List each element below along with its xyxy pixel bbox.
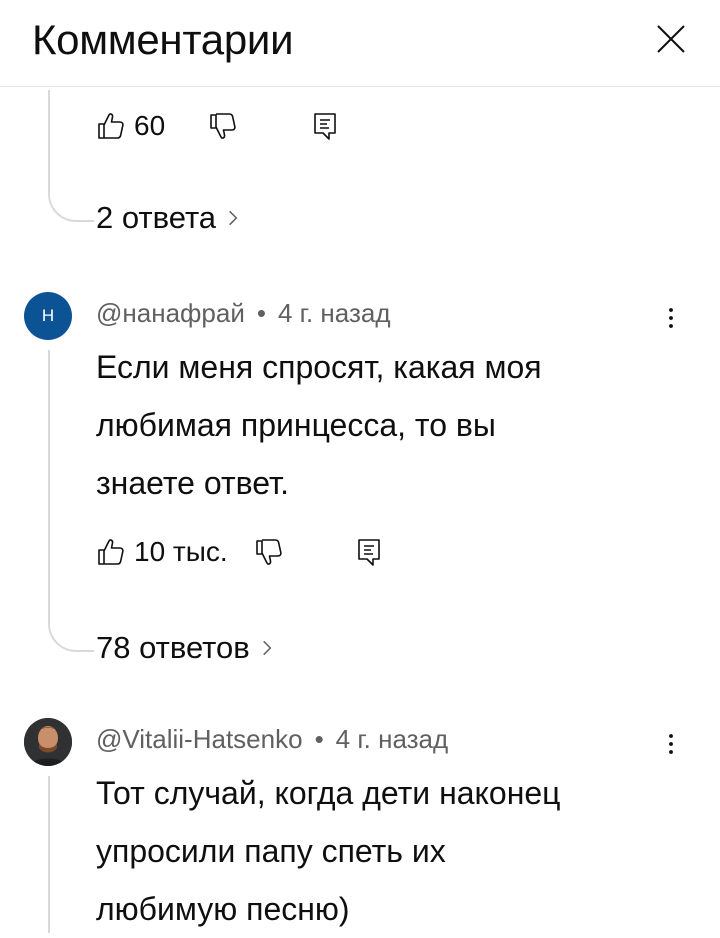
thumb-up-icon [96, 537, 126, 567]
reply-button[interactable] [354, 532, 384, 572]
replies-link[interactable]: 2 ответа [96, 200, 238, 236]
replies-count-label: 78 ответов [96, 630, 250, 665]
comment-text-line: упросили папу спеть их [96, 833, 446, 869]
page-title: Комментарии [32, 16, 294, 63]
dislike-button[interactable] [208, 106, 238, 146]
close-button[interactable] [648, 16, 694, 62]
replies-link[interactable]: 78 ответов [96, 630, 272, 666]
reply-icon [310, 111, 340, 141]
comment-meta: @нанафрай • 4 г. назад [96, 298, 391, 329]
thread-line [48, 776, 50, 933]
author-name[interactable]: @нанафрай [96, 298, 245, 328]
like-button[interactable]: 60 [96, 106, 165, 146]
like-count: 60 [134, 110, 166, 141]
avatar-letter: Н [41, 306, 55, 325]
thread-line [48, 90, 94, 222]
comment-text-line: знаете ответ. [96, 465, 289, 501]
comment-actions: 60 [96, 106, 356, 146]
comment-menu-button[interactable] [656, 296, 686, 340]
chevron-right-icon [228, 209, 238, 227]
chevron-right-icon [262, 639, 272, 657]
comment-time: 4 г. назад [277, 298, 391, 328]
comments-header: Комментарии [0, 0, 720, 87]
thumb-up-icon [96, 111, 126, 141]
comment-text-line: Если меня спросят, какая моя [96, 349, 542, 385]
meta-separator: • [314, 724, 324, 754]
comment-text-line: любимую песню) [96, 891, 350, 927]
comment-menu-button[interactable] [656, 722, 686, 766]
avatar[interactable]: Н [24, 292, 72, 340]
comment-time: 4 г. назад [335, 724, 449, 754]
thumb-down-icon [254, 537, 284, 567]
close-icon [657, 25, 685, 53]
like-button[interactable]: 10 тыс. [96, 532, 228, 572]
more-vert-icon [667, 731, 675, 757]
like-count: 10 тыс. [134, 536, 228, 567]
comment-actions: 10 тыс. [96, 532, 396, 572]
comment-text: Если меня спросят, какая моя любимая при… [96, 338, 656, 512]
thumb-down-icon [208, 111, 238, 141]
avatar[interactable] [24, 718, 72, 766]
thread-line [48, 350, 94, 652]
more-vert-icon [667, 305, 675, 331]
comment-meta: @Vitalii-Hatsenko • 4 г. назад [96, 724, 448, 755]
avatar-photo [24, 718, 72, 766]
reply-icon [354, 537, 384, 567]
reply-button[interactable] [310, 106, 340, 146]
replies-count-label: 2 ответа [96, 200, 217, 235]
comment-text-line: любимая принцесса, то вы [96, 407, 496, 443]
comment-text-line: Тот случай, когда дети наконец [96, 775, 561, 811]
comment-text: Тот случай, когда дети наконец упросили … [96, 764, 656, 938]
author-name[interactable]: @Vitalii-Hatsenko [96, 724, 303, 754]
meta-separator: • [256, 298, 266, 328]
dislike-button[interactable] [254, 532, 284, 572]
